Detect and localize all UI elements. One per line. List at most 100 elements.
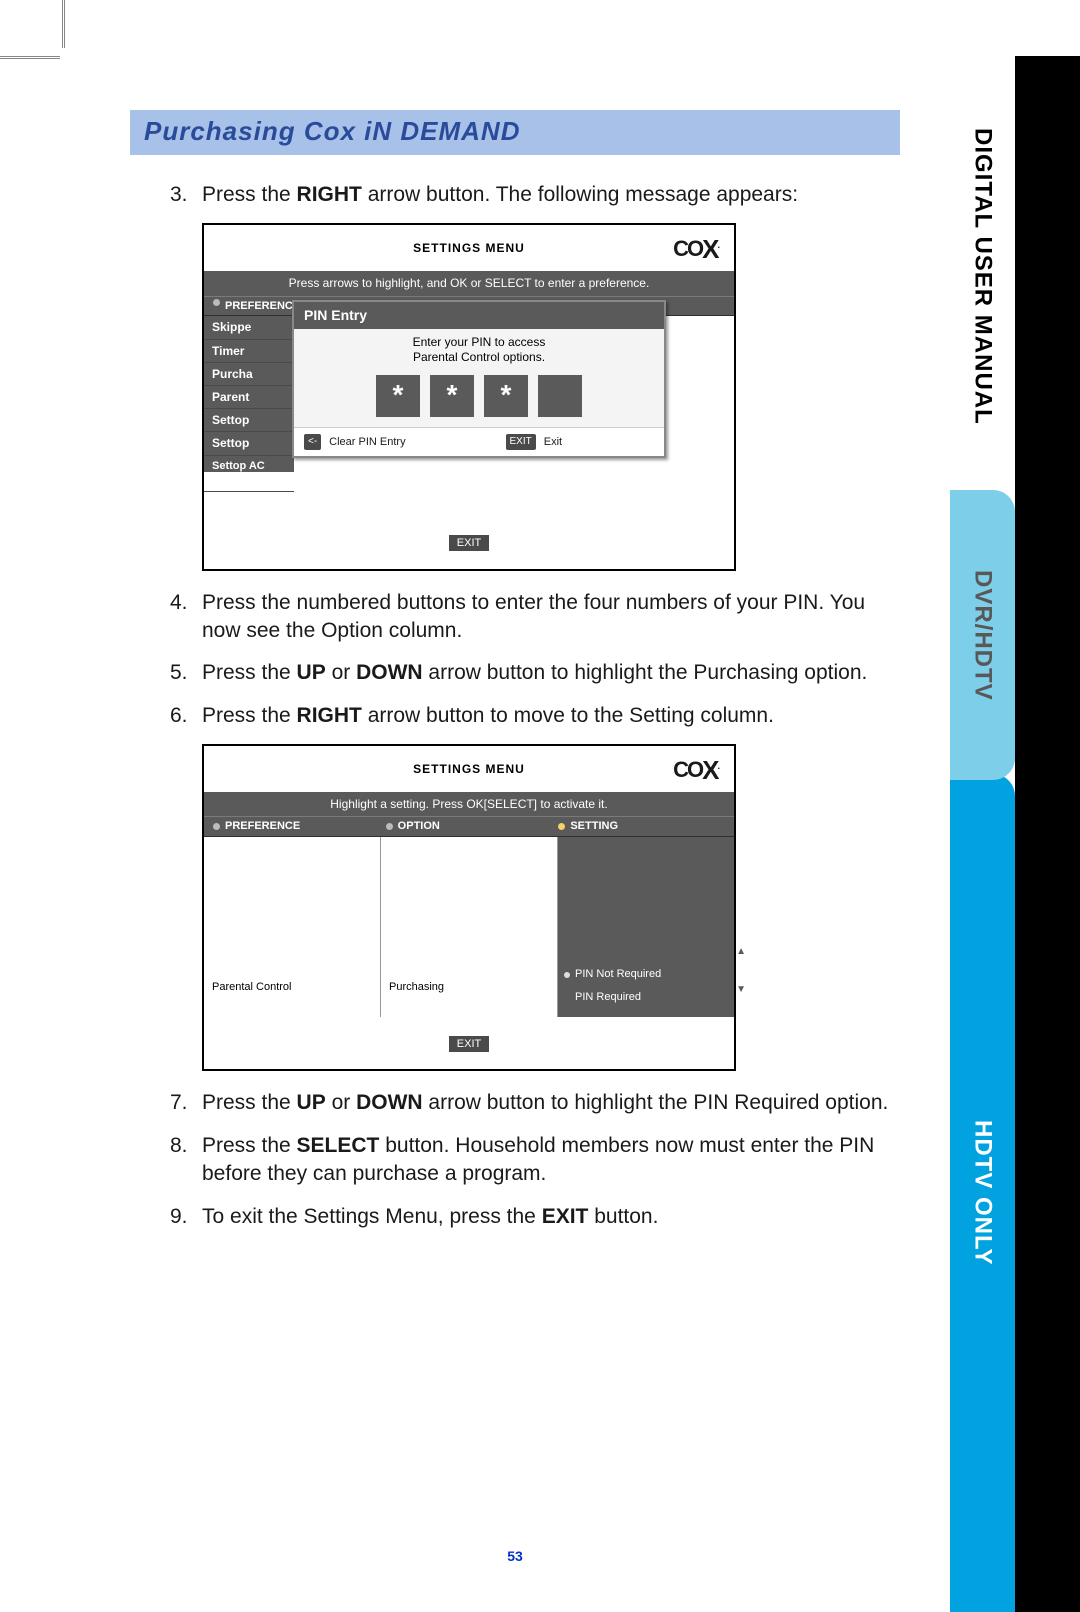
text-fragment: Press the <box>202 661 297 684</box>
text-fragment: To exit the Settings Menu, press the <box>202 1205 542 1228</box>
setting-option[interactable]: PIN Not Required <box>558 963 734 986</box>
text-bold: RIGHT <box>297 183 362 206</box>
cox-logo: COX. <box>673 751 718 786</box>
text-bold: SELECT <box>297 1134 380 1157</box>
text-fragment: button. <box>588 1205 658 1228</box>
figure-setting-columns: SETTINGS MENU COX. Highlight a setting. … <box>202 744 736 1071</box>
step-text: To exit the Settings Menu, press the EXI… <box>202 1203 900 1231</box>
figure-instruction: Press arrows to highlight, and OK or SEL… <box>204 271 734 295</box>
exit-label: Exit <box>544 435 562 450</box>
pin-digit-box[interactable]: * <box>376 375 420 417</box>
pin-dialog-title: PIN Entry <box>294 302 664 329</box>
list-item: Skippe <box>204 316 294 339</box>
col-setting-label: SETTING <box>570 820 618 832</box>
text-bold: UP <box>297 661 326 684</box>
pin-dialog-footer: <- Clear PIN Entry EXIT Exit <box>294 427 664 456</box>
preference-value: Parental Control <box>204 976 380 999</box>
exit-key-icon: EXIT <box>506 434 536 450</box>
step-8: 8. Press the SELECT button. Household me… <box>170 1132 900 1189</box>
arrow-up-icon: ▲ <box>736 945 746 959</box>
clear-pin-label: Clear PIN Entry <box>329 435 405 450</box>
settings-menu-title: SETTINGS MENU <box>413 240 525 256</box>
col-preference-label: PREFERENCE <box>225 299 300 314</box>
step-9: 9. To exit the Settings Menu, press the … <box>170 1203 900 1231</box>
text-fragment: Press the <box>202 1091 297 1114</box>
step-number: 5. <box>170 659 202 687</box>
setting-column: PIN Not Required PIN Required <box>558 837 734 1017</box>
list-item: Settop AC Outlet <box>204 456 294 493</box>
step-text: Press the SELECT button. Household membe… <box>202 1132 900 1189</box>
text-line: Enter your PIN to access <box>413 335 546 349</box>
page-content: Purchasing Cox iN DEMAND 3. Press the RI… <box>130 110 900 1572</box>
tab-digital-user-manual: DIGITAL USER MANUAL <box>950 56 1015 496</box>
step-number: 7. <box>170 1089 202 1117</box>
text-fragment: or <box>326 1091 356 1114</box>
text-fragment: arrow button to highlight the PIN Requir… <box>423 1091 889 1114</box>
step-text: Press the UP or DOWN arrow button to hig… <box>202 659 900 687</box>
text-bold: DOWN <box>356 661 423 684</box>
step-number: 8. <box>170 1132 202 1189</box>
col-option-label: OPTION <box>398 820 440 832</box>
text-line: Parental Control options. <box>413 350 545 364</box>
settings-menu-title: SETTINGS MENU <box>413 761 525 777</box>
text-fragment: arrow button to move to the Setting colu… <box>362 704 774 727</box>
tab-hdtv-only: HDTV ONLY <box>950 774 1015 1612</box>
setting-option[interactable]: PIN Required <box>558 986 734 1009</box>
step-text: Press the RIGHT arrow button. The follow… <box>202 181 900 209</box>
pin-entry-dialog: PIN Entry Enter your PIN to access Paren… <box>292 300 666 457</box>
figure-footer: EXIT <box>204 1017 734 1069</box>
text-fragment: Press the <box>202 1134 297 1157</box>
figure-instruction: Highlight a setting. Press OK[SELECT] to… <box>204 792 734 816</box>
figure-pin-entry: SETTINGS MENU COX. Press arrows to highl… <box>202 223 736 570</box>
step-number: 4. <box>170 589 202 646</box>
list-item: Settop <box>204 432 294 455</box>
step-number: 9. <box>170 1203 202 1231</box>
list-item: Purcha <box>204 363 294 386</box>
arrow-down-icon: ▼ <box>736 983 746 997</box>
pin-digit-box[interactable]: * <box>430 375 474 417</box>
text-bold: EXIT <box>542 1205 589 1228</box>
section-header: Purchasing Cox iN DEMAND <box>130 110 900 155</box>
setting-value: PIN Not Required <box>575 967 661 982</box>
side-black-bar <box>1015 56 1080 1612</box>
list-item: Parent <box>204 386 294 409</box>
preference-column: Parental Control <box>204 837 381 1017</box>
text-bold: UP <box>297 1091 326 1114</box>
side-column: DIGITAL USER MANUAL DVR/HDTV HDTV ONLY <box>950 56 1080 1612</box>
step-text: Press the RIGHT arrow button to move to … <box>202 702 900 730</box>
text-fragment: or <box>326 661 356 684</box>
list-item: Timer <box>204 340 294 363</box>
list-item: Settop <box>204 409 294 432</box>
text-fragment: arrow button to highlight the Purchasing… <box>423 661 868 684</box>
preference-list: Skippe Timer Purcha Parent Settop Settop… <box>204 316 294 472</box>
step-4: 4. Press the numbered buttons to enter t… <box>170 589 900 646</box>
step-5: 5. Press the UP or DOWN arrow button to … <box>170 659 900 687</box>
tab-dvr-hdtv: DVR/HDTV <box>950 490 1015 780</box>
columns-header: PREFERENCE OPTION SETTING <box>204 816 734 837</box>
text-fragment: Press the <box>202 183 297 206</box>
pin-input-boxes: * * * <box>294 373 664 427</box>
exit-button[interactable]: EXIT <box>449 1036 489 1052</box>
step-text: Press the UP or DOWN arrow button to hig… <box>202 1089 900 1117</box>
step-text: Press the numbered buttons to enter the … <box>202 589 900 646</box>
step-6: 6. Press the RIGHT arrow button to move … <box>170 702 900 730</box>
cox-logo: COX. <box>673 230 718 265</box>
step-7: 7. Press the UP or DOWN arrow button to … <box>170 1089 900 1117</box>
step-number: 6. <box>170 702 202 730</box>
exit-button[interactable]: EXIT <box>449 535 489 551</box>
option-column: Purchasing <box>381 837 558 1017</box>
text-bold: RIGHT <box>297 704 362 727</box>
setting-value: PIN Required <box>575 990 641 1005</box>
col-preference-label: PREFERENCE <box>225 820 300 832</box>
text-bold: DOWN <box>356 1091 423 1114</box>
pin-dialog-message: Enter your PIN to access Parental Contro… <box>294 329 664 373</box>
pin-digit-box[interactable]: * <box>484 375 528 417</box>
figure-footer: EXIT <box>204 516 734 568</box>
page-number: 53 <box>130 1548 900 1564</box>
step-3: 3. Press the RIGHT arrow button. The fol… <box>170 181 900 209</box>
pin-digit-box[interactable] <box>538 375 582 417</box>
option-value: Purchasing <box>381 976 557 999</box>
back-key-icon: <- <box>304 434 321 450</box>
text-fragment: arrow button. The following message appe… <box>362 183 798 206</box>
text-fragment: Press the <box>202 704 297 727</box>
